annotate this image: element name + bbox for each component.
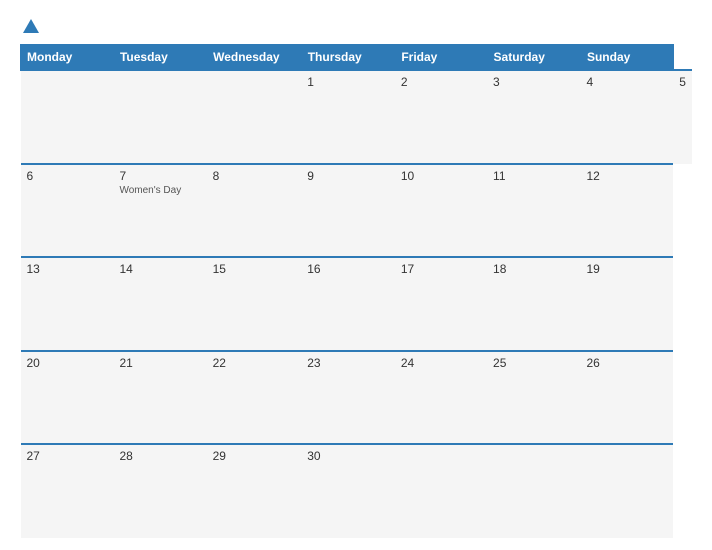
weekday-header-friday: Friday — [395, 45, 487, 71]
day-number: 10 — [401, 169, 481, 183]
calendar-cell: 19 — [580, 257, 673, 351]
calendar-cell: 10 — [395, 164, 487, 258]
logo — [20, 18, 42, 34]
calendar-cell: 23 — [301, 351, 395, 445]
calendar-cell: 6 — [21, 164, 114, 258]
day-number: 26 — [586, 356, 667, 370]
calendar-cell: 29 — [207, 444, 302, 538]
calendar-cell: 22 — [207, 351, 302, 445]
calendar-cell — [21, 70, 114, 164]
calendar-cell: 26 — [580, 351, 673, 445]
day-number: 4 — [586, 75, 667, 89]
calendar-cell: 3 — [487, 70, 580, 164]
logo-icon — [22, 18, 40, 36]
calendar-cell: 4 — [580, 70, 673, 164]
calendar-week-row: 27 28 29 30 — [21, 444, 693, 538]
day-number: 1 — [307, 75, 389, 89]
weekday-header-thursday: Thursday — [301, 45, 395, 71]
calendar-week-row: 13 14 15 16 17 18 19 — [21, 257, 693, 351]
day-number: 3 — [493, 75, 574, 89]
day-number: 17 — [401, 262, 481, 276]
calendar-page: MondayTuesdayWednesdayThursdayFridaySatu… — [0, 0, 712, 550]
day-number: 6 — [27, 169, 108, 183]
calendar-cell: 7 Women's Day — [113, 164, 206, 258]
day-number: 7 — [119, 169, 200, 183]
day-number: 24 — [401, 356, 481, 370]
day-number: 2 — [401, 75, 481, 89]
day-number: 18 — [493, 262, 574, 276]
calendar-cell: 18 — [487, 257, 580, 351]
calendar-cell — [487, 444, 580, 538]
calendar-cell: 13 — [21, 257, 114, 351]
calendar-cell: 2 — [395, 70, 487, 164]
day-number: 13 — [27, 262, 108, 276]
day-number: 21 — [119, 356, 200, 370]
calendar-week-row: 67 Women's Day 89 10 11 12 — [21, 164, 693, 258]
calendar-cell: 12 — [580, 164, 673, 258]
calendar-table: MondayTuesdayWednesdayThursdayFridaySatu… — [20, 44, 692, 538]
calendar-cell: 9 — [301, 164, 395, 258]
day-number: 16 — [307, 262, 389, 276]
calendar-cell — [207, 70, 302, 164]
calendar-cell: 28 — [113, 444, 206, 538]
calendar-cell: 21 — [113, 351, 206, 445]
calendar-cell: 16 — [301, 257, 395, 351]
calendar-cell — [580, 444, 673, 538]
calendar-cell: 20 — [21, 351, 114, 445]
day-number: 30 — [307, 449, 389, 463]
calendar-cell: 14 — [113, 257, 206, 351]
calendar-cell: 24 — [395, 351, 487, 445]
calendar-cell: 1 — [301, 70, 395, 164]
calendar-cell: 8 — [207, 164, 302, 258]
day-number: 23 — [307, 356, 389, 370]
calendar-cell: 27 — [21, 444, 114, 538]
day-number: 5 — [679, 75, 686, 89]
calendar-cell: 30 — [301, 444, 395, 538]
calendar-week-row: 12345 — [21, 70, 693, 164]
calendar-cell: 25 — [487, 351, 580, 445]
header — [20, 18, 692, 34]
day-number: 28 — [119, 449, 200, 463]
day-number: 22 — [213, 356, 296, 370]
weekday-header-wednesday: Wednesday — [207, 45, 302, 71]
day-number: 27 — [27, 449, 108, 463]
weekday-header-tuesday: Tuesday — [113, 45, 206, 71]
day-number: 25 — [493, 356, 574, 370]
weekday-header-saturday: Saturday — [487, 45, 580, 71]
calendar-week-row: 20 21 22 23 24 25 26 — [21, 351, 693, 445]
weekday-header-monday: Monday — [21, 45, 114, 71]
day-number: 11 — [493, 169, 574, 183]
holiday-label: Women's Day — [119, 185, 200, 196]
day-number: 15 — [213, 262, 296, 276]
day-number: 19 — [586, 262, 667, 276]
day-number: 20 — [27, 356, 108, 370]
calendar-cell: 11 — [487, 164, 580, 258]
day-number: 14 — [119, 262, 200, 276]
day-number: 8 — [213, 169, 296, 183]
calendar-cell: 15 — [207, 257, 302, 351]
calendar-cell — [395, 444, 487, 538]
weekday-header-row: MondayTuesdayWednesdayThursdayFridaySatu… — [21, 45, 693, 71]
calendar-cell: 5 — [673, 70, 692, 164]
weekday-header-sunday: Sunday — [580, 45, 673, 71]
calendar-cell — [113, 70, 206, 164]
day-number: 9 — [307, 169, 389, 183]
calendar-cell: 17 — [395, 257, 487, 351]
day-number: 12 — [586, 169, 667, 183]
day-number: 29 — [213, 449, 296, 463]
